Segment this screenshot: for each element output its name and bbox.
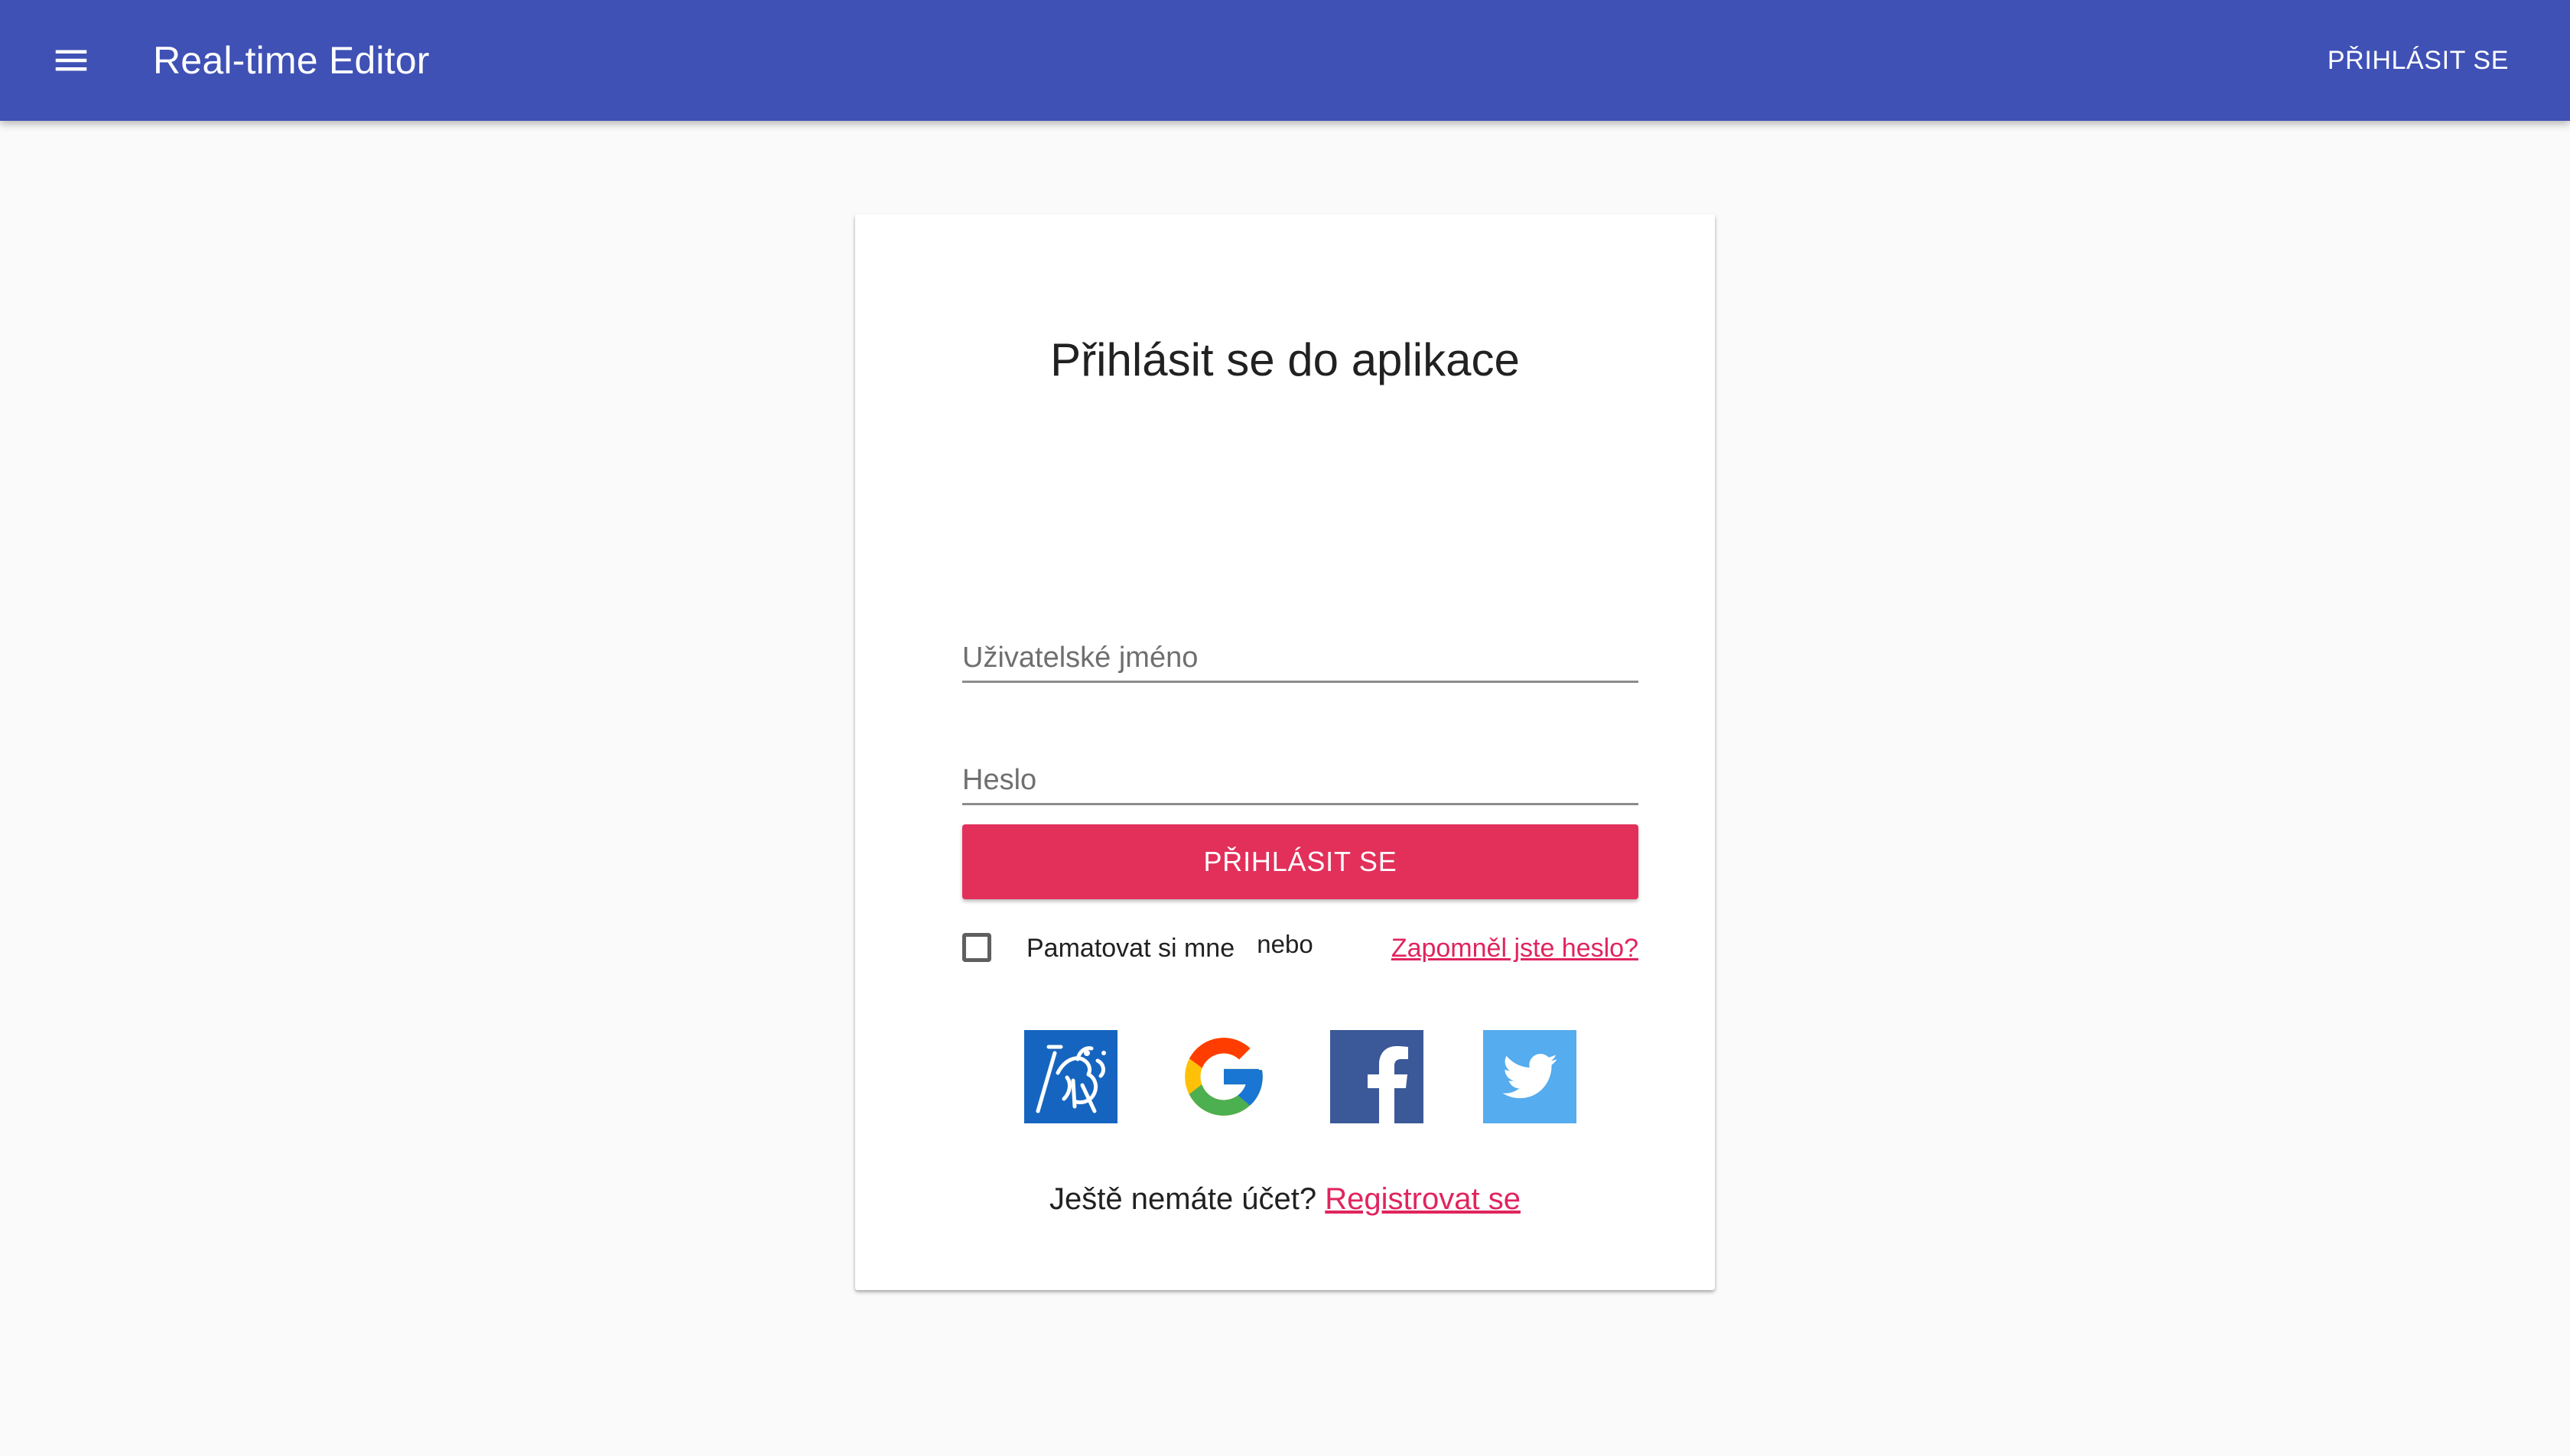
social-login-row <box>855 1030 1715 1123</box>
login-card: Přihlásit se do aplikace Pamatovat si mn… <box>855 214 1715 1290</box>
cvut-login-button[interactable] <box>1024 1030 1117 1123</box>
app-title: Real-time Editor <box>153 39 430 82</box>
register-row: Ještě nemáte účet? Registrovat se <box>855 1182 1715 1217</box>
menu-button[interactable] <box>37 26 106 95</box>
register-prompt: Ještě nemáte účet? <box>1049 1182 1317 1216</box>
menu-icon <box>55 50 87 71</box>
facebook-icon <box>1330 1030 1423 1123</box>
twitter-icon <box>1483 1030 1576 1123</box>
cvut-icon <box>1024 1030 1117 1123</box>
facebook-login-button[interactable] <box>1330 1030 1423 1123</box>
login-title: Přihlásit se do aplikace <box>1050 334 1520 385</box>
login-submit-button[interactable]: PŘIHLÁSIT SE <box>962 824 1638 899</box>
twitter-login-button[interactable] <box>1483 1030 1576 1123</box>
password-field-wrapper <box>962 734 1638 805</box>
password-input[interactable] <box>962 764 1638 797</box>
app-bar: Real-time Editor PŘIHLÁSIT SE <box>0 0 2570 121</box>
username-field-wrapper <box>962 612 1638 683</box>
google-login-button[interactable] <box>1177 1030 1270 1123</box>
google-icon <box>1185 1038 1263 1116</box>
or-separator: nebo <box>1257 930 1313 958</box>
register-link[interactable]: Registrovat se <box>1325 1182 1521 1216</box>
appbar-login-button[interactable]: PŘIHLÁSIT SE <box>2315 0 2521 121</box>
username-input[interactable] <box>962 642 1638 674</box>
